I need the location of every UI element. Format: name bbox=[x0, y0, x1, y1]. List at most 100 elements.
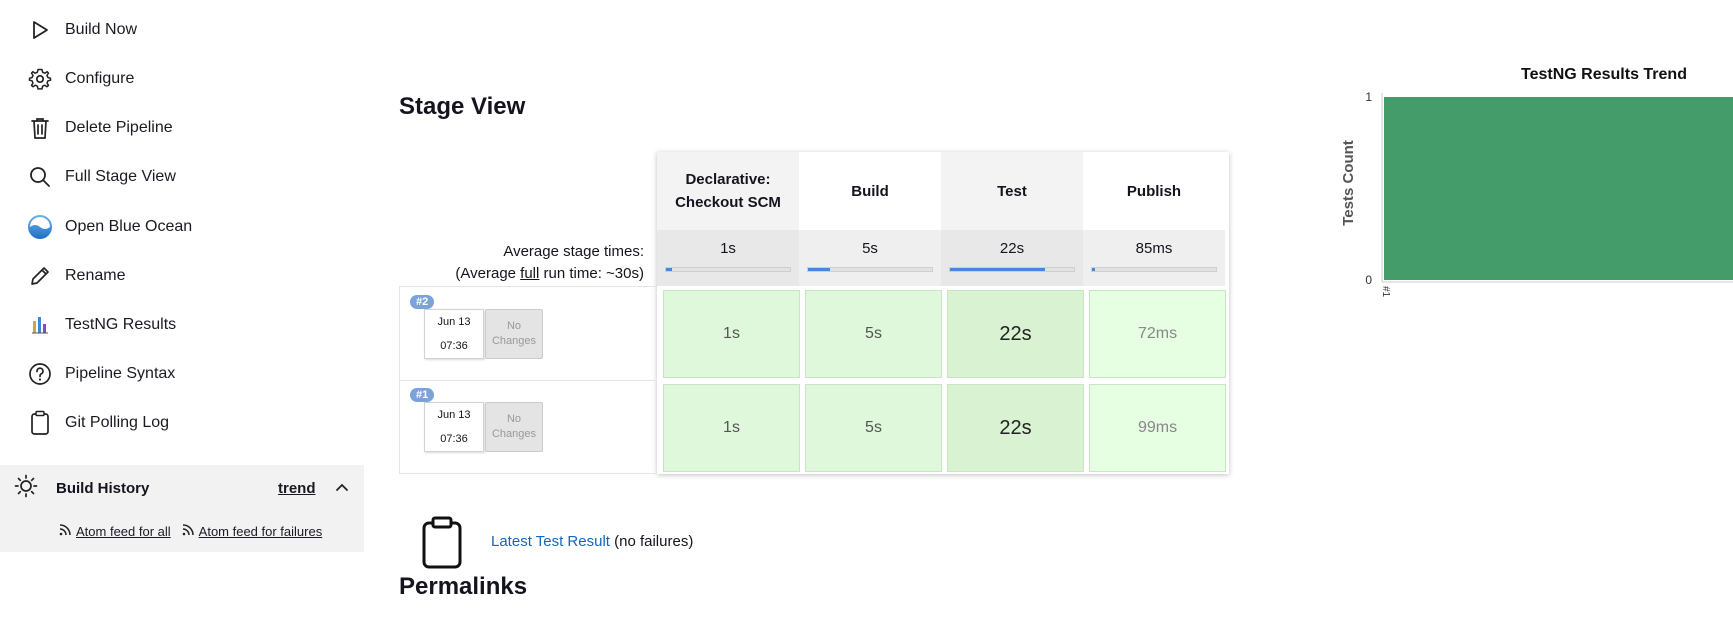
average-time: 1s bbox=[720, 240, 736, 257]
feed-all: Atom feed for all bbox=[58, 523, 171, 540]
chevron-up-icon[interactable] bbox=[334, 479, 350, 500]
average-run-time: (Average full run time: ~30s) bbox=[399, 263, 644, 285]
x-tick-label: #1 bbox=[1380, 286, 1391, 298]
build-date-day: Jun 13 bbox=[437, 316, 471, 328]
help-circle-icon bbox=[26, 360, 54, 388]
stage-cell[interactable]: 99ms bbox=[1089, 384, 1226, 472]
atom-feed-failures-link[interactable]: Atom feed for failures bbox=[199, 524, 323, 539]
testng-chart-icon bbox=[26, 311, 54, 339]
sidebar-item-label: Open Blue Ocean bbox=[65, 218, 193, 235]
average-time-bar-fill bbox=[950, 268, 1046, 271]
sidebar-item-delete-pipeline[interactable]: Delete Pipeline bbox=[26, 110, 346, 146]
blue-ocean-icon bbox=[26, 213, 54, 241]
average-label: Average stage times: bbox=[503, 243, 644, 260]
build-date: Jun 13 07:36 bbox=[424, 309, 484, 359]
trend-link[interactable]: trend bbox=[278, 480, 316, 497]
build-date-time: 07:36 bbox=[440, 340, 468, 352]
pencil-icon bbox=[26, 262, 54, 290]
sidebar-item-label: Git Polling Log bbox=[65, 414, 170, 431]
run-row-info: #1 Jun 13 07:36 No Changes bbox=[399, 380, 657, 474]
average-time: 5s bbox=[862, 240, 878, 257]
average-time-bar bbox=[1091, 267, 1217, 272]
sidebar-item-label: Full Stage View bbox=[65, 168, 176, 185]
average-stage-times-label: Average stage times: (Average full run t… bbox=[399, 241, 644, 285]
build-history-panel: Build History trend Atom feed for all At… bbox=[0, 465, 364, 552]
no-changes-box: No Changes bbox=[485, 402, 543, 452]
stage-cell[interactable]: 1s bbox=[663, 290, 800, 378]
build-date-day: Jun 13 bbox=[437, 409, 471, 421]
gear-icon bbox=[26, 65, 54, 93]
average-time-cell: 85ms bbox=[1083, 230, 1225, 286]
rss-icon bbox=[181, 523, 195, 540]
average-time-bar-fill bbox=[808, 268, 831, 271]
average-time: 22s bbox=[999, 240, 1025, 257]
trash-icon bbox=[26, 114, 54, 142]
build-history-title: Build History bbox=[56, 479, 150, 497]
sidebar-item-label: Build Now bbox=[65, 21, 138, 38]
y-tick-label: 0 bbox=[1365, 273, 1372, 287]
search-icon bbox=[26, 163, 54, 191]
average-time-bar bbox=[807, 267, 933, 272]
stage-cell[interactable]: 5s bbox=[805, 384, 942, 472]
sidebar-item-pipeline-syntax[interactable]: Pipeline Syntax bbox=[26, 356, 346, 392]
testng-trend-chart: TestNG Results Trend Tests Count 0 1 #1 bbox=[1340, 66, 1733, 298]
atom-feeds: Atom feed for all Atom feed for failures bbox=[58, 523, 332, 540]
rss-icon bbox=[58, 523, 72, 540]
sidebar-item-label: Configure bbox=[65, 70, 135, 87]
build-date: Jun 13 07:36 bbox=[424, 402, 484, 452]
stage-header: Declarative: Checkout SCM bbox=[657, 152, 799, 230]
average-time-bar bbox=[949, 267, 1075, 272]
stage-header: Build bbox=[799, 152, 941, 230]
stage-cell[interactable]: 72ms bbox=[1089, 290, 1226, 378]
average-run-prefix: (Average bbox=[455, 265, 521, 282]
chart-y-axis-label: Tests Count bbox=[1340, 140, 1357, 226]
average-run-suffix: run time: ~30s) bbox=[539, 265, 644, 282]
no-failures-text: (no failures) bbox=[609, 533, 694, 550]
average-time: 85ms bbox=[1135, 240, 1173, 257]
series-area bbox=[1384, 97, 1733, 280]
clipboard-icon bbox=[26, 409, 54, 437]
full-link[interactable]: full bbox=[520, 265, 539, 282]
atom-feed-all-link[interactable]: Atom feed for all bbox=[76, 524, 171, 539]
sidebar-item-label: TestNG Results bbox=[65, 316, 177, 333]
average-time-cell: 1s bbox=[657, 230, 799, 286]
sidebar-item-configure[interactable]: Configure bbox=[26, 61, 346, 97]
sidebar-item-label: Rename bbox=[65, 267, 126, 284]
feed-failures: Atom feed for failures bbox=[181, 523, 323, 540]
build-date-time: 07:36 bbox=[440, 433, 468, 445]
stage-cell[interactable]: 22s bbox=[947, 384, 1084, 472]
sidebar-item-rename[interactable]: Rename bbox=[26, 258, 346, 294]
no-changes-box: No Changes bbox=[485, 309, 543, 359]
sidebar-item-label: Pipeline Syntax bbox=[65, 365, 176, 382]
build-badge[interactable]: #1 bbox=[410, 388, 435, 402]
permalinks-title: Permalinks bbox=[399, 573, 528, 600]
run-row-info: #2 Jun 13 07:36 No Changes bbox=[399, 286, 657, 380]
sun-icon bbox=[14, 474, 38, 503]
play-icon bbox=[26, 16, 54, 44]
build-history-header: Build History trend bbox=[14, 473, 354, 503]
stage-header: Test bbox=[941, 152, 1083, 230]
sidebar-item-build-now[interactable]: Build Now bbox=[26, 12, 346, 48]
average-time-bar bbox=[665, 267, 791, 272]
sidebar: Build Now Configure Delete Pipeline Full… bbox=[0, 0, 364, 641]
stage-cell[interactable]: 1s bbox=[663, 384, 800, 472]
stage-header: Publish bbox=[1083, 152, 1225, 230]
sidebar-item-label: Delete Pipeline bbox=[65, 119, 173, 136]
stage-cell[interactable]: 22s bbox=[947, 290, 1084, 378]
latest-test-result: Latest Test Result (no failures) bbox=[491, 533, 693, 550]
stage-cell[interactable]: 5s bbox=[805, 290, 942, 378]
latest-test-result-link[interactable]: Latest Test Result bbox=[491, 533, 610, 550]
average-time-cell: 5s bbox=[799, 230, 941, 286]
average-time-bar-fill bbox=[1092, 268, 1095, 271]
average-time-bar-fill bbox=[666, 268, 673, 271]
chart-title: TestNG Results Trend bbox=[1521, 66, 1687, 83]
stage-view-title: Stage View bbox=[399, 93, 526, 120]
y-tick-label: 1 bbox=[1365, 90, 1372, 104]
sidebar-item-full-stage-view[interactable]: Full Stage View bbox=[26, 159, 346, 195]
clipboard-icon bbox=[421, 516, 463, 575]
build-badge[interactable]: #2 bbox=[410, 295, 435, 309]
sidebar-item-open-blue-ocean[interactable]: Open Blue Ocean bbox=[26, 209, 346, 245]
sidebar-item-git-polling-log[interactable]: Git Polling Log bbox=[26, 405, 346, 441]
sidebar-item-testng-results[interactable]: TestNG Results bbox=[26, 307, 346, 343]
average-time-cell: 22s bbox=[941, 230, 1083, 286]
